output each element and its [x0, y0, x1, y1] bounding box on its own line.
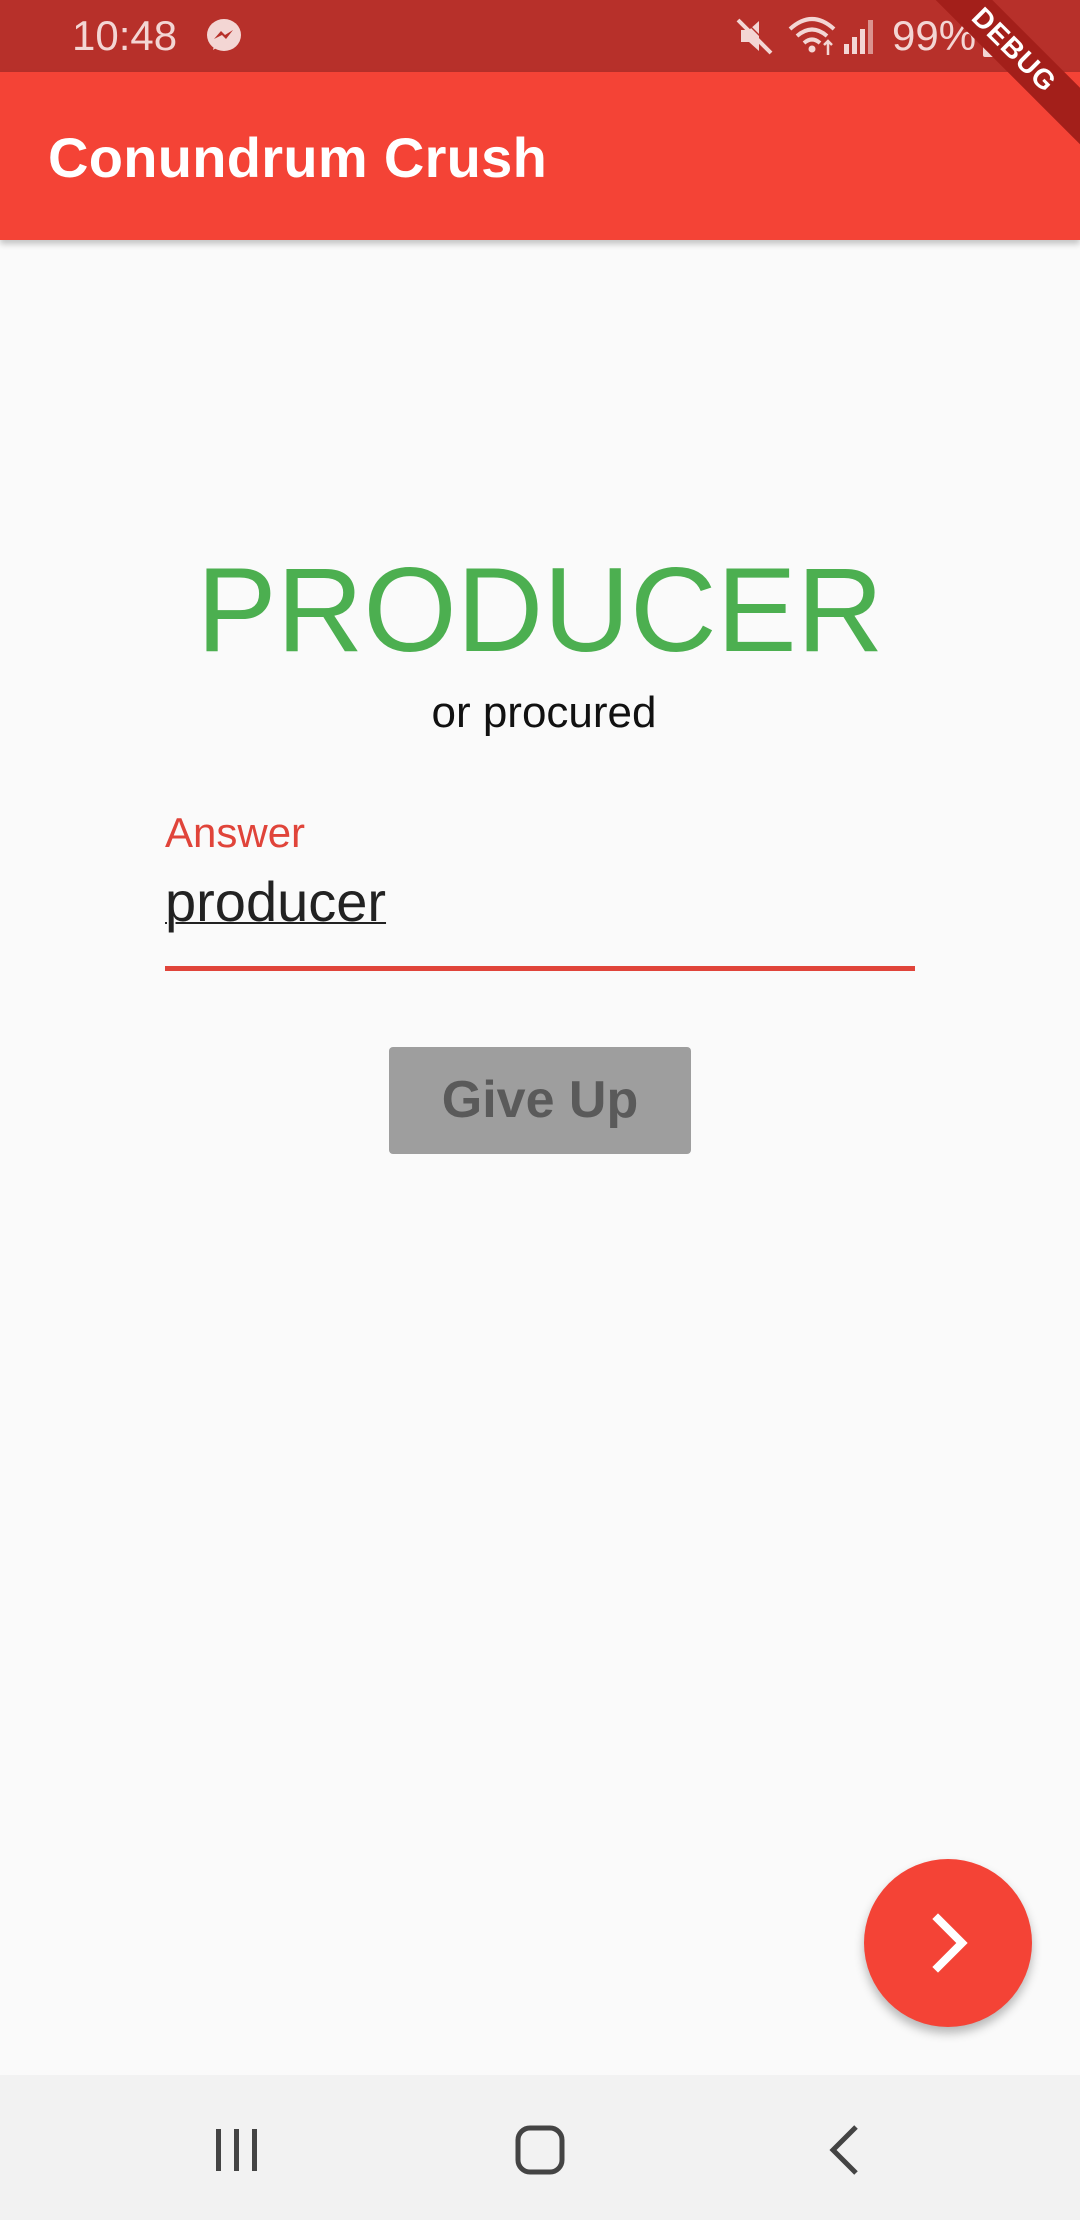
app-bar: Conundrum Crush [0, 72, 1080, 240]
messenger-icon [207, 19, 241, 51]
mute-icon [736, 16, 775, 55]
puzzle-word: PRODUCER [196, 543, 884, 677]
give-up-button[interactable]: Give Up [389, 1047, 691, 1154]
answer-label: Answer [165, 809, 306, 856]
screen: 10:48 99% DEBUG Conundrum Crush PRODUCER… [0, 0, 1080, 2220]
back-icon[interactable] [810, 2115, 880, 2185]
recent-apps-icon[interactable] [202, 2115, 272, 2185]
home-icon[interactable] [505, 2115, 575, 2185]
status-bar: 10:48 99% [0, 0, 1080, 72]
puzzle-hint: or procured [431, 688, 657, 737]
wifi-icon [788, 17, 836, 55]
answer-input[interactable] [165, 866, 915, 936]
app-title: Conundrum Crush [48, 126, 548, 189]
navigation-bar [0, 2075, 1080, 2220]
chevron-right-icon [932, 1913, 968, 1973]
signal-icon [844, 20, 873, 54]
status-time: 10:48 [72, 12, 178, 59]
next-fab-button[interactable] [864, 1859, 1032, 2027]
answer-underline [165, 966, 915, 971]
